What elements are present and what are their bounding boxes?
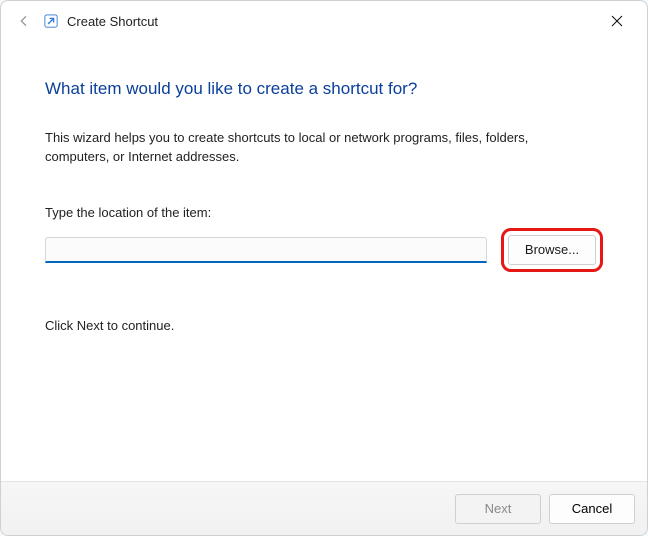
close-button[interactable] — [601, 9, 633, 33]
page-description: This wizard helps you to create shortcut… — [45, 129, 585, 167]
location-row: Browse... — [45, 228, 603, 272]
create-shortcut-dialog: Create Shortcut What item would you like… — [0, 0, 648, 536]
shortcut-icon — [43, 13, 59, 29]
location-label: Type the location of the item: — [45, 205, 603, 220]
titlebar: Create Shortcut — [1, 1, 647, 41]
dialog-title: Create Shortcut — [67, 14, 158, 29]
back-arrow-icon[interactable] — [11, 8, 37, 34]
next-button: Next — [455, 494, 541, 524]
location-input[interactable] — [45, 237, 487, 263]
footer: Next Cancel — [1, 481, 647, 535]
page-heading: What item would you like to create a sho… — [45, 79, 603, 99]
continue-hint: Click Next to continue. — [45, 318, 603, 333]
browse-button[interactable]: Browse... — [508, 235, 596, 265]
content-area: What item would you like to create a sho… — [1, 41, 647, 481]
annotation-highlight: Browse... — [501, 228, 603, 272]
cancel-button[interactable]: Cancel — [549, 494, 635, 524]
